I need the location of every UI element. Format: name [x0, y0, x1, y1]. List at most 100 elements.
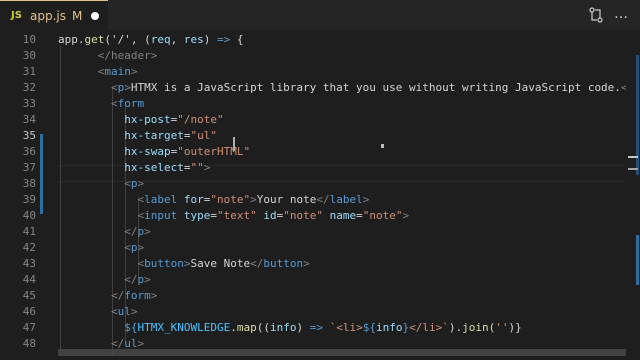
code-token: "outerHTML"	[177, 145, 251, 158]
code-token: >	[144, 273, 151, 286]
code-token: <	[58, 209, 145, 222]
horizontal-scrollbar[interactable]	[58, 349, 626, 356]
code-line[interactable]: 39 <label for="note">Your note</label>	[0, 192, 640, 208]
code-token: name	[329, 209, 357, 222]
more-actions-icon[interactable]: …	[614, 6, 628, 22]
code-token: get	[84, 33, 105, 46]
code-token: >	[303, 257, 310, 270]
line-number: 31	[22, 65, 36, 78]
line-number: 32	[22, 81, 36, 94]
code-line[interactable]: 47 ${HTMX_KNOWLEDGE.map((info) => `<li>$…	[0, 320, 640, 336]
line-number: 36	[22, 145, 36, 158]
code-token: for	[183, 193, 204, 206]
line-number: 41	[22, 225, 36, 238]
code-token: <	[58, 65, 105, 78]
code-line[interactable]: 46 <ul>	[0, 304, 640, 320]
code-text: </p>	[58, 272, 151, 288]
code-line[interactable]: 42 <p>	[0, 240, 640, 256]
code-token: ('/', (	[104, 33, 151, 46]
unsaved-dot-icon[interactable]	[91, 12, 99, 20]
line-number: 45	[22, 289, 36, 302]
code-line[interactable]: 10 app.get('/', (req, res) => {	[0, 32, 640, 48]
code-token: )	[203, 33, 217, 46]
code-line[interactable]: 41 </p>	[0, 224, 640, 240]
code-token: "note"	[283, 209, 323, 222]
code-token: res	[183, 33, 204, 46]
code-text: </p>	[58, 224, 151, 240]
code-text: <label for="note">Your note</label>	[58, 192, 369, 208]
code-token: Save Note	[190, 257, 251, 270]
code-token: .	[230, 321, 237, 334]
line-number: 42	[22, 241, 36, 254]
line-number: 33	[22, 97, 36, 110]
code-text: </form>	[58, 288, 157, 304]
code-token: ).	[448, 321, 463, 334]
code-line[interactable]: 33 <form	[0, 96, 640, 112]
code-line[interactable]: 32 <p>HTMX is a JavaScript library that …	[0, 80, 640, 96]
line-number: 38	[22, 177, 36, 190]
code-token: button	[263, 257, 304, 270]
code-line[interactable]: 38 <p>	[0, 176, 640, 192]
code-token: </	[316, 193, 330, 206]
code-token: >	[250, 193, 257, 206]
code-line[interactable]: 35 hx-target="ul"	[0, 128, 640, 144]
code-token: input	[144, 209, 178, 222]
code-token: ul	[117, 305, 131, 318]
code-token: form	[117, 97, 145, 110]
code-token: >	[144, 225, 151, 238]
line-number: 48	[22, 337, 36, 350]
code-token: label	[329, 193, 363, 206]
code-token: req	[150, 33, 171, 46]
tab-bar: JS app.js M …	[0, 0, 640, 30]
code-line[interactable]: 37 hx-select="">	[0, 160, 640, 176]
code-token: info	[375, 321, 403, 334]
code-text: <ul>	[58, 304, 138, 320]
code-text: <form	[58, 96, 144, 112]
code-token: .	[77, 33, 85, 46]
code-text: <p>	[58, 240, 144, 256]
code-token: form	[124, 289, 151, 302]
code-token: <	[58, 305, 118, 318]
code-token: )}	[508, 321, 522, 334]
tab-git-status: M	[72, 9, 83, 23]
code-line[interactable]: 45 </form>	[0, 288, 640, 304]
tab-app-js[interactable]: JS app.js M	[0, 0, 108, 30]
code-token: {	[230, 33, 244, 46]
code-text: hx-post="/note"	[58, 112, 223, 128]
code-token: >	[124, 81, 131, 94]
code-token: info	[269, 321, 297, 334]
code-line[interactable]: 31 <main>	[0, 64, 640, 80]
code-token: <	[58, 97, 118, 110]
code-token: >	[203, 161, 211, 174]
code-editor[interactable]: 10 app.get('/', (req, res) => {30 </heade…	[0, 30, 640, 360]
code-line[interactable]: 30 </header>	[0, 48, 640, 64]
code-token: >	[402, 209, 410, 222]
tab-filename: app.js	[30, 9, 66, 23]
code-token: ((	[256, 321, 270, 334]
code-text: app.get('/', (req, res) => {	[58, 32, 243, 48]
compare-changes-icon[interactable]	[589, 7, 603, 23]
code-token: id	[263, 209, 277, 222]
code-token: `	[442, 321, 449, 334]
code-text: hx-select="">	[58, 160, 210, 176]
code-token: </	[58, 289, 125, 302]
code-line[interactable]: 34 hx-post="/note"	[0, 112, 640, 128]
code-text: <p>	[58, 176, 144, 192]
code-token: "note"	[210, 193, 251, 206]
code-line[interactable]: 36 hx-swap="outerHTML"	[0, 144, 640, 160]
text-cursor	[233, 137, 235, 151]
code-token: >	[137, 177, 145, 190]
overview-selection-marker	[628, 168, 638, 170]
code-line[interactable]: 43 <button>Save Note</button>	[0, 256, 640, 272]
scrollbar-thumb[interactable]	[636, 235, 639, 285]
code-line[interactable]: 40 <input type="text" id="note" name="no…	[0, 208, 640, 224]
code-token: label	[144, 193, 178, 206]
line-number: 40	[22, 209, 36, 222]
code-token: hx-swap	[124, 145, 171, 158]
code-line[interactable]: 44 </p>	[0, 272, 640, 288]
